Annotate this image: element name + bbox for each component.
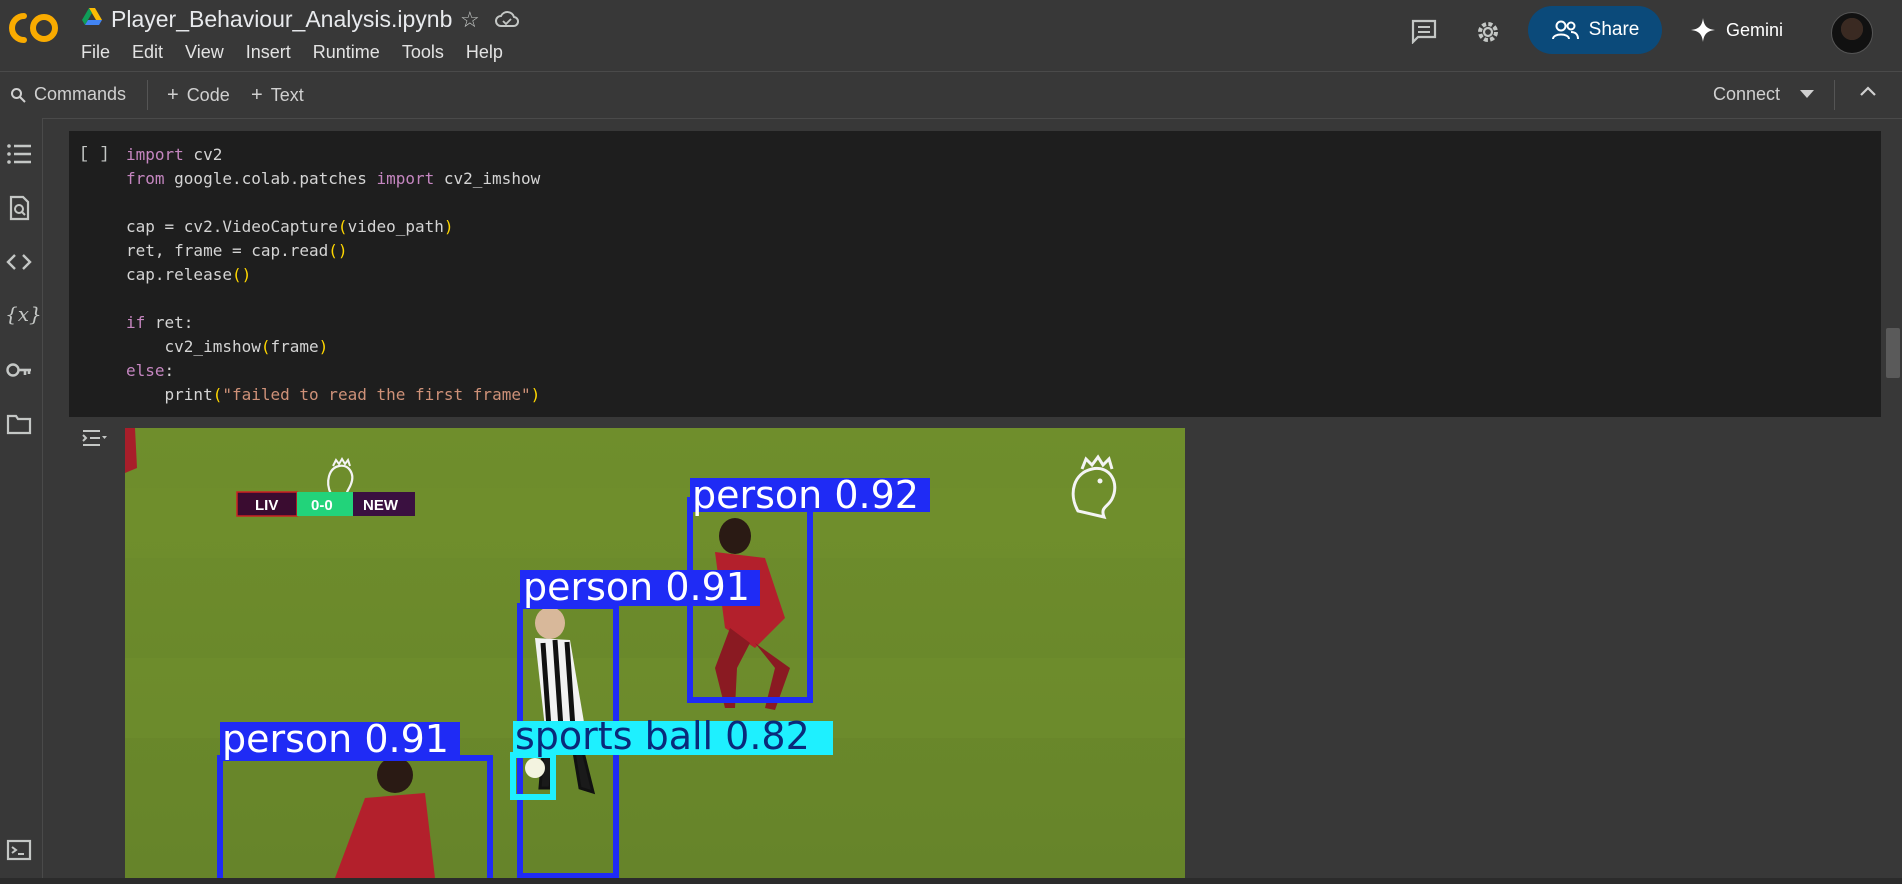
settings-gear-icon[interactable]: [1474, 18, 1502, 46]
left-sidebar: {x}: [0, 118, 43, 884]
code-token: from: [126, 169, 165, 188]
terminal-icon[interactable]: [5, 836, 33, 864]
page-scrollbar-thumb[interactable]: [1886, 328, 1900, 378]
menu-file[interactable]: File: [81, 42, 110, 63]
plus-icon: +: [167, 84, 179, 106]
add-code-button[interactable]: + Code: [167, 84, 230, 107]
menu-bar: File Edit View Insert Runtime Tools Help: [81, 42, 525, 63]
toolbar-divider: [1834, 80, 1835, 110]
star-icon[interactable]: ☆: [460, 7, 480, 33]
code-snippets-icon[interactable]: [5, 248, 33, 276]
menu-runtime[interactable]: Runtime: [313, 42, 380, 63]
code-line: cv2_imshow(frame): [126, 337, 329, 356]
share-button[interactable]: Share: [1528, 6, 1662, 54]
code-line: if ret:: [126, 313, 194, 332]
gemini-button[interactable]: Gemini: [1690, 14, 1783, 46]
menu-view[interactable]: View: [185, 42, 224, 63]
detection-label: sports ball 0.82: [515, 714, 810, 758]
code-line: from google.colab.patches import cv2_ims…: [126, 169, 541, 188]
code-line: cap = cv2.VideoCapture(video_path): [126, 217, 454, 236]
notebook-toolbar: Commands + Code + Text Connect: [0, 71, 1902, 119]
detection-label: person 0.92: [692, 473, 919, 517]
code-line: ret, frame = cap.read(): [126, 241, 348, 260]
commands-button[interactable]: Commands: [10, 84, 126, 105]
code-cell[interactable]: [ ] import cv2 from google.colab.patches…: [69, 131, 1881, 417]
scoreboard: LIV 0-0 NEW: [236, 491, 415, 517]
header-bar: Player_Behaviour_Analysis.ipynb ☆ File E…: [0, 0, 1902, 70]
menu-help[interactable]: Help: [466, 42, 503, 63]
output-image: LIV 0-0 NEW person 0.92 person 0.91 spor…: [125, 428, 1185, 878]
away-team-label: NEW: [363, 497, 399, 514]
variables-icon[interactable]: {x}: [5, 302, 42, 330]
secrets-key-icon[interactable]: [5, 356, 33, 384]
commands-label: Commands: [34, 84, 127, 104]
colab-logo[interactable]: [6, 10, 62, 46]
files-folder-icon[interactable]: [5, 410, 33, 438]
cloud-saved-icon[interactable]: [495, 9, 519, 29]
output-actions-icon[interactable]: [80, 426, 108, 450]
search-icon: [11, 87, 26, 103]
code-token: import: [376, 169, 435, 188]
run-cell-button[interactable]: [ ]: [79, 145, 110, 164]
comment-icon[interactable]: [1410, 18, 1438, 44]
code-token: import: [126, 145, 184, 164]
ball: [525, 758, 545, 778]
player-edge-fragment: [125, 428, 137, 473]
code-token: else: [126, 361, 165, 380]
caret-down-icon: [1800, 90, 1814, 98]
people-icon: [1551, 20, 1579, 40]
code-token: if: [126, 313, 146, 332]
user-avatar[interactable]: [1831, 12, 1873, 54]
score-label: 0-0: [311, 497, 333, 514]
plus-icon: +: [251, 84, 263, 106]
add-text-label: Text: [270, 85, 304, 105]
table-of-contents-icon[interactable]: [5, 140, 33, 168]
home-team-label: LIV: [255, 497, 278, 514]
gemini-label: Gemini: [1726, 19, 1784, 40]
code-line: else:: [126, 361, 175, 380]
collapse-header-button[interactable]: [1860, 86, 1876, 96]
code-line: import cv2: [126, 145, 223, 164]
add-code-label: Code: [186, 85, 230, 105]
detection-label: person 0.91: [222, 717, 449, 761]
chevron-up-icon: [1860, 86, 1876, 96]
connect-dropdown-button[interactable]: [1800, 90, 1814, 98]
connect-button[interactable]: Connect: [1713, 84, 1780, 105]
gemini-sparkle-icon: [1691, 18, 1715, 42]
share-label: Share: [1588, 19, 1640, 40]
connect-label: Connect: [1713, 84, 1781, 104]
menu-edit[interactable]: Edit: [132, 42, 163, 63]
menu-insert[interactable]: Insert: [246, 42, 291, 63]
notebook-title[interactable]: Player_Behaviour_Analysis.ipynb: [111, 6, 452, 33]
detection-label: person 0.91: [523, 565, 750, 609]
find-replace-icon[interactable]: [5, 194, 33, 222]
code-string: "failed to read the first frame": [222, 385, 531, 404]
toolbar-divider: [147, 80, 148, 110]
menu-tools[interactable]: Tools: [402, 42, 444, 63]
add-text-button[interactable]: + Text: [251, 84, 304, 107]
code-line: cap.release(): [126, 265, 252, 284]
code-line: print("failed to read the first frame"): [126, 385, 541, 404]
google-drive-icon: [82, 8, 102, 25]
code-editor[interactable]: import cv2 from google.colab.patches imp…: [126, 143, 540, 407]
status-strip: [0, 878, 1902, 884]
